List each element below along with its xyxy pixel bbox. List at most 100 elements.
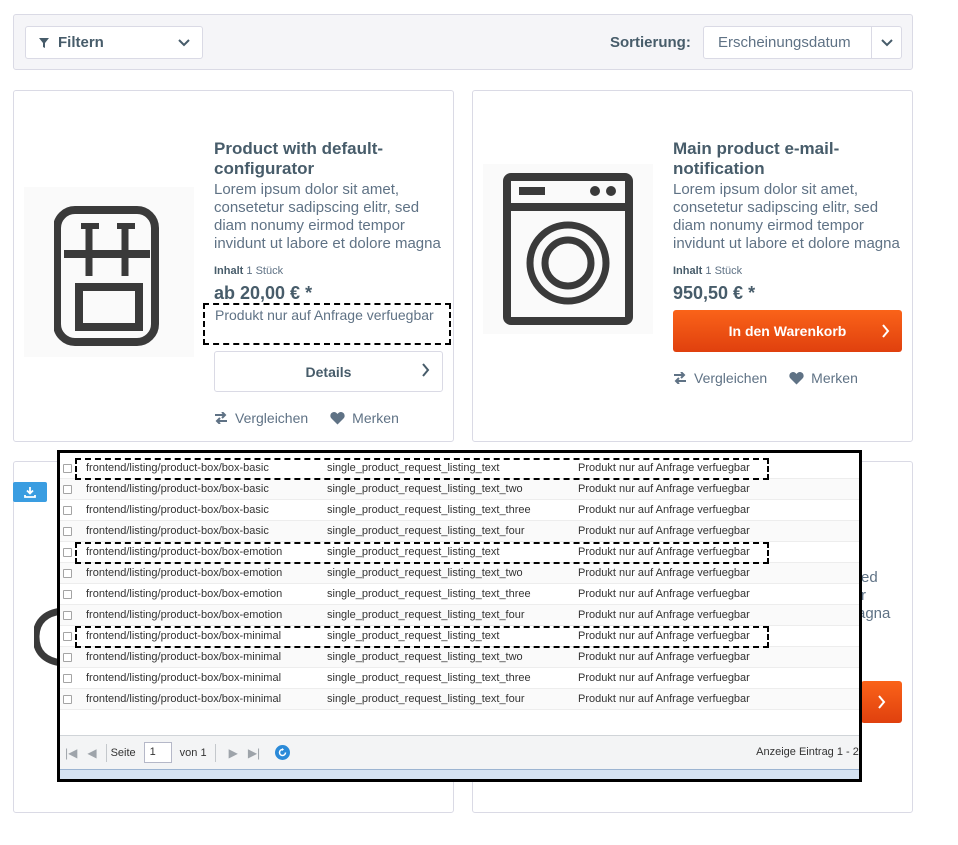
name-cell: single_product_request_listing_text_thre…: [327, 672, 531, 684]
row-checkbox[interactable]: [63, 568, 72, 578]
table-row[interactable]: frontend/listing/product-box/box-minimal…: [60, 647, 859, 668]
product-price: ab 20,00 € *: [214, 283, 313, 303]
row-checkbox[interactable]: [63, 652, 72, 662]
value-cell: Produkt nur auf Anfrage verfuegbar: [578, 483, 750, 495]
first-page-icon[interactable]: |◀: [65, 746, 77, 760]
compare-icon: [215, 412, 227, 424]
table-row[interactable]: frontend/listing/product-box/box-minimal…: [60, 689, 859, 710]
row-checkbox[interactable]: [63, 631, 72, 641]
product-title[interactable]: Main product e-mail-notification: [673, 139, 903, 179]
compare-label: Vergleichen: [694, 370, 768, 386]
table-row[interactable]: frontend/listing/product-box/box-emotion…: [60, 605, 859, 626]
value-cell: Produkt nur auf Anfrage verfuegbar: [578, 630, 750, 642]
unit-value: 1 Stück: [705, 265, 743, 277]
name-cell: single_product_request_listing_text: [327, 546, 500, 558]
product-image[interactable]: [24, 187, 194, 357]
pager-divider: [105, 743, 107, 762]
sort-value: Erscheinungsdatum: [718, 34, 851, 51]
prev-page-icon[interactable]: ◀: [87, 746, 96, 760]
page-label: Seite: [110, 746, 136, 759]
compare-link[interactable]: Vergleichen: [214, 410, 308, 426]
details-button[interactable]: Details: [214, 351, 443, 392]
table-row[interactable]: frontend/listing/product-box/box-emotion…: [60, 563, 859, 584]
unit-value: 1 Stück: [246, 265, 284, 277]
name-cell: single_product_request_listing_text_thre…: [327, 588, 531, 600]
table-row[interactable]: frontend/listing/product-box/box-basic si…: [60, 479, 859, 500]
partial-text-1: ed: [861, 569, 878, 586]
product-actions: Vergleichen Merken: [214, 410, 399, 426]
next-page-icon[interactable]: ▶: [229, 746, 238, 760]
table-row[interactable]: frontend/listing/product-box/box-minimal…: [60, 626, 859, 647]
request-only-text: Produkt nur auf Anfrage verfuegbar: [203, 303, 451, 345]
table-row[interactable]: frontend/listing/product-box/box-basic si…: [60, 458, 859, 479]
row-checkbox[interactable]: [63, 505, 72, 515]
namespace-cell: frontend/listing/product-box/box-emotion: [86, 588, 283, 600]
namespace-cell: frontend/listing/product-box/box-minimal: [86, 630, 282, 642]
row-checkbox[interactable]: [63, 526, 72, 536]
product-card: Main product e-mail-notification Lorem i…: [472, 90, 913, 442]
download-button[interactable]: [13, 482, 47, 502]
name-cell: single_product_request_listing_text_four: [327, 693, 525, 705]
unit-label: Inhalt: [214, 265, 244, 277]
compare-icon: [674, 372, 686, 384]
value-cell: Produkt nur auf Anfrage verfuegbar: [578, 525, 750, 537]
row-checkbox[interactable]: [63, 463, 72, 473]
remember-link[interactable]: Merken: [330, 410, 399, 426]
page-input[interactable]: 1: [143, 742, 172, 763]
product-image[interactable]: [483, 164, 653, 334]
washing-machine-icon: [503, 173, 633, 325]
value-cell: Produkt nur auf Anfrage verfuegbar: [578, 609, 750, 621]
grid-pager: |◀ ◀ Seite 1 von 1 ▶ ▶| Anzeige Eintrag …: [60, 735, 862, 769]
add-to-cart-button[interactable]: In den Warenkorb: [673, 310, 902, 352]
product-description: Lorem ipsum dolor sit amet, consetetur s…: [673, 181, 900, 252]
add-to-cart-button[interactable]: [861, 681, 902, 723]
namespace-cell: frontend/listing/product-box/box-basic: [86, 504, 269, 516]
filter-icon: [39, 37, 49, 48]
name-cell: single_product_request_listing_text: [327, 630, 500, 642]
sort-arrow[interactable]: [871, 27, 901, 58]
chevron-right-icon: [877, 695, 885, 709]
product-unit: Inhalt 1 Stück: [214, 265, 283, 277]
snippet-grid: frontend/listing/product-box/box-basic si…: [57, 450, 862, 782]
table-row[interactable]: frontend/listing/product-box/box-minimal…: [60, 668, 859, 689]
value-cell: Produkt nur auf Anfrage verfuegbar: [578, 546, 750, 558]
heart-icon: [789, 371, 804, 384]
row-checkbox[interactable]: [63, 484, 72, 494]
namespace-cell: frontend/listing/product-box/box-basic: [86, 483, 269, 495]
namespace-cell: frontend/listing/product-box/box-minimal: [86, 672, 282, 684]
grid-footer-bar: [60, 769, 859, 779]
compare-link[interactable]: Vergleichen: [673, 370, 767, 386]
chevron-right-icon: [882, 324, 890, 338]
row-checkbox[interactable]: [63, 673, 72, 683]
partial-description: ed r agna: [857, 569, 911, 623]
name-cell: single_product_request_listing_text: [327, 462, 500, 474]
remember-link[interactable]: Merken: [789, 370, 858, 386]
filter-button[interactable]: Filtern: [25, 26, 203, 59]
pager-info: Anzeige Eintrag 1 - 2n: [756, 746, 862, 758]
name-cell: single_product_request_listing_text_two: [327, 483, 523, 495]
table-row[interactable]: frontend/listing/product-box/box-basic si…: [60, 521, 859, 542]
table-row[interactable]: frontend/listing/product-box/box-emotion…: [60, 542, 859, 563]
add-to-cart-label: In den Warenkorb: [728, 323, 847, 339]
value-cell: Produkt nur auf Anfrage verfuegbar: [578, 672, 750, 684]
product-title[interactable]: Product with default-configurator: [214, 139, 444, 179]
sort-select[interactable]: Erscheinungsdatum: [703, 26, 902, 59]
namespace-cell: frontend/listing/product-box/box-emotion: [86, 546, 283, 558]
name-cell: single_product_request_listing_text_four: [327, 525, 525, 537]
backpack-icon: [54, 206, 159, 346]
row-checkbox[interactable]: [63, 589, 72, 599]
last-page-icon[interactable]: ▶|: [248, 746, 260, 760]
product-actions: Vergleichen Merken: [673, 370, 858, 386]
refresh-button[interactable]: [275, 745, 291, 760]
table-row[interactable]: frontend/listing/product-box/box-basic si…: [60, 500, 859, 521]
value-cell: Produkt nur auf Anfrage verfuegbar: [578, 651, 750, 663]
table-row[interactable]: frontend/listing/product-box/box-emotion…: [60, 584, 859, 605]
namespace-cell: frontend/listing/product-box/box-emotion: [86, 609, 283, 621]
row-checkbox[interactable]: [63, 547, 72, 557]
row-checkbox[interactable]: [63, 694, 72, 704]
chevron-down-icon: [880, 38, 893, 46]
remember-label: Merken: [352, 410, 399, 426]
row-checkbox[interactable]: [63, 610, 72, 620]
product-unit: Inhalt 1 Stück: [673, 265, 742, 277]
chevron-down-icon: [178, 38, 190, 46]
